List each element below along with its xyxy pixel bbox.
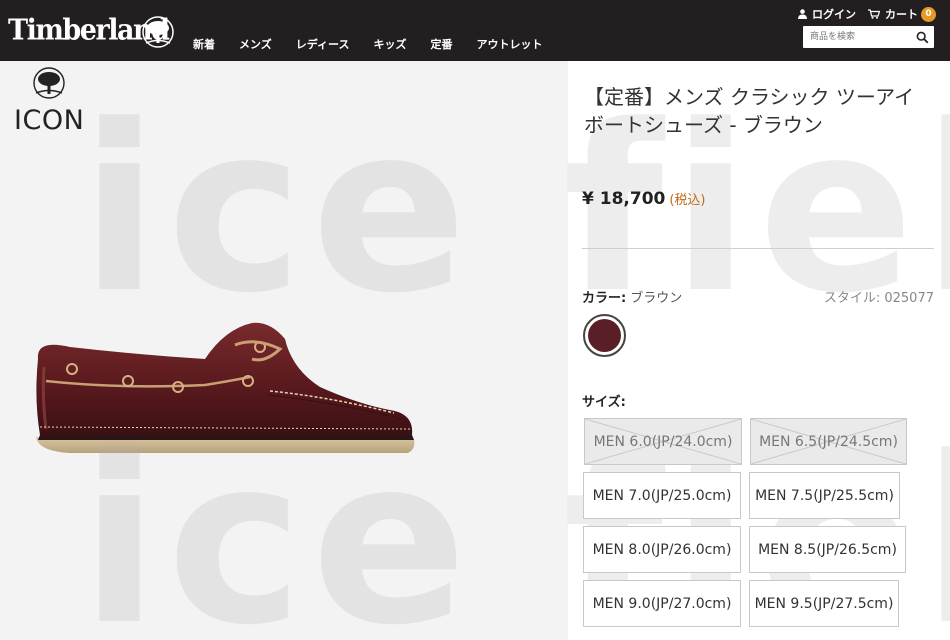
size-option[interactable]: MEN 6.5(JP/24.5cm) [750,418,907,465]
swatch-fill [588,319,621,352]
search-icon[interactable] [916,31,929,44]
size-option[interactable]: MEN 7.5(JP/25.5cm) [749,472,900,519]
user-icon [798,9,807,19]
size-option-label: MEN 7.5(JP/25.5cm) [755,487,894,504]
color-value: ブラウン [630,291,683,306]
cart-icon [868,9,880,19]
cart-count-badge: 0 [921,6,936,22]
tree-logo-icon[interactable] [142,16,174,50]
color-label: カラー: [582,291,627,306]
size-option-label: MEN 7.0(JP/25.0cm) [592,487,732,504]
style-code: スタイル: 025077 [823,291,934,306]
main-nav: 新着 メンズ レディース キッズ 定番 アウトレット [193,36,566,52]
boat-shoe-image [36,322,415,453]
product-image-area: ICON [0,61,568,640]
size-option[interactable]: MEN 7.0(JP/25.0cm) [583,472,741,519]
nav-classics[interactable]: 定番 [430,36,452,52]
size-option[interactable]: MEN 8.0(JP/26.0cm) [583,526,741,573]
nav-mens[interactable]: メンズ [239,36,272,52]
product-price: ¥ 18,700 [582,189,666,209]
search-input[interactable] [803,26,911,48]
size-option[interactable]: MEN 9.0(JP/27.0cm) [583,580,741,627]
size-option-label: MEN 9.0(JP/27.0cm) [592,595,732,612]
icon-badge-text: ICON [14,105,85,136]
site-header: Timberland 新着 メンズ レディース キッズ 定番 アウトレット ログ… [0,0,950,61]
nav-kids[interactable]: キッズ [373,36,406,52]
search-box [803,26,934,48]
color-row: カラー: ブラウン スタイル: 025077 [582,287,934,306]
size-option[interactable]: MEN 8.5(JP/26.5cm) [749,526,906,573]
nav-outlet[interactable]: アウトレット [476,36,542,52]
product-title: 【定番】メンズ クラシック ツーアイ ボートシューズ - ブラウン [584,85,915,137]
tree-emblem-icon [33,67,65,99]
nav-ladies[interactable]: レディース [296,36,350,52]
size-option[interactable]: MEN 9.5(JP/27.5cm) [749,580,899,627]
login-link[interactable]: ログイン [798,6,856,22]
icon-collection-badge: ICON [12,67,88,135]
utility-links: ログイン カート 0 [786,6,936,22]
size-option-label: MEN 6.5(JP/24.5cm) [759,433,898,450]
cart-link[interactable]: カート 0 [868,6,936,22]
product-price-row: ¥ 18,700 (税込) [582,189,706,209]
size-option[interactable]: MEN 6.0(JP/24.0cm) [584,418,742,465]
cart-label: カート [885,8,918,21]
size-option-label: MEN 8.0(JP/26.0cm) [592,541,732,558]
tax-note: (税込) [669,193,706,208]
product-details: 【定番】メンズ クラシック ツーアイ ボートシューズ - ブラウン ¥ 18,7… [568,61,950,640]
divider [582,248,934,249]
color-swatch-brown[interactable] [583,314,626,357]
size-option-label: MEN 6.0(JP/24.0cm) [593,433,733,450]
login-label: ログイン [812,8,856,21]
size-label: サイズ: [582,395,626,410]
size-option-label: MEN 8.5(JP/26.5cm) [758,541,897,558]
size-option-label: MEN 9.5(JP/27.5cm) [754,595,894,612]
nav-new[interactable]: 新着 [193,36,215,52]
